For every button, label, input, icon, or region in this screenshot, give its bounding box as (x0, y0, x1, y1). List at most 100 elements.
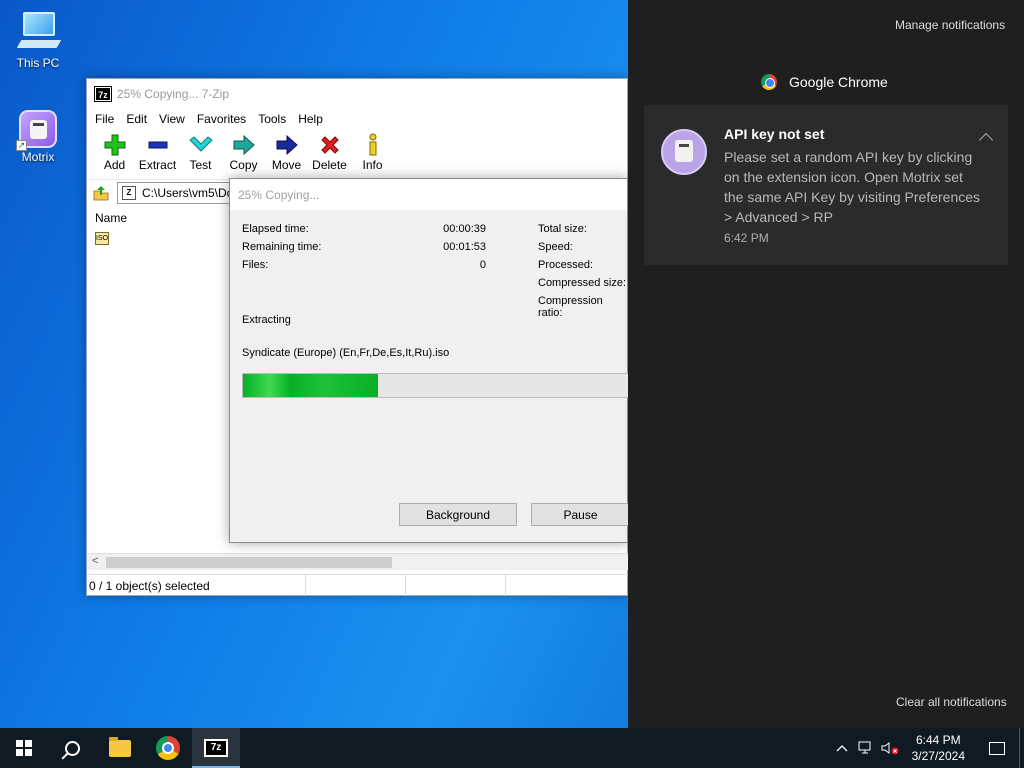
start-button[interactable] (0, 728, 48, 768)
notification-group-header: Google Chrome (761, 74, 888, 90)
column-header-name[interactable]: Name (95, 211, 127, 225)
copy-arrow-icon (233, 134, 255, 156)
file-explorer-button[interactable] (96, 728, 144, 768)
info-icon (369, 133, 376, 156)
progress-bar (242, 373, 629, 398)
manage-notifications-link[interactable]: Manage notifications (895, 18, 1005, 32)
move-button-label: Move (271, 158, 302, 172)
folder-icon (109, 736, 131, 757)
menu-file[interactable]: File (89, 112, 120, 126)
status-bar: 0 / 1 object(s) selected (87, 574, 628, 596)
menu-help[interactable]: Help (292, 112, 329, 126)
scroll-left-icon[interactable]: < (92, 555, 98, 567)
notification-app-name: Google Chrome (789, 74, 888, 90)
chrome-button[interactable] (144, 728, 192, 768)
remaining-label: Remaining time: (242, 241, 322, 253)
notification-icon (989, 741, 1005, 755)
check-icon (188, 136, 213, 152)
info-button-label: Info (362, 158, 383, 172)
folder-up-icon[interactable] (93, 185, 109, 201)
test-button[interactable]: Test (179, 133, 222, 172)
show-hidden-icons-chevron-icon[interactable] (830, 744, 854, 752)
clock-date: 3/27/2024 (911, 749, 965, 763)
chevron-up-icon (836, 745, 848, 752)
add-button-label: Add (103, 158, 126, 172)
collapse-chevron-icon[interactable] (978, 132, 994, 148)
remaining-value: 00:01:53 (443, 241, 486, 253)
system-tray: 6:44 PM 3/27/2024 (830, 728, 1024, 768)
delete-button-label: Delete (312, 158, 347, 172)
taskbar-clock[interactable]: 6:44 PM 3/27/2024 (902, 732, 975, 764)
scrollbar-thumb[interactable] (106, 557, 392, 568)
path-text: C:\Users\vm5\Dc (142, 185, 233, 200)
processed-label: Processed: (538, 259, 594, 271)
windows-logo-icon (16, 740, 32, 756)
horizontal-scrollbar[interactable]: < (87, 553, 628, 570)
current-file-label: Syndicate (Europe) (En,Fr,De,Es,It,Ru).i… (242, 347, 450, 359)
desktop-icon-label: This PC (16, 56, 60, 70)
notification-toast[interactable]: API key not set Please set a random API … (644, 105, 1008, 265)
computer-icon (15, 10, 62, 54)
progress-bar-fill (243, 374, 379, 397)
window-title: 25% Copying... 7-Zip (117, 87, 230, 101)
elapsed-value: 00:00:39 (443, 223, 486, 235)
motrix-icon (661, 129, 707, 175)
status-section (406, 575, 506, 596)
dialog-title[interactable]: 25% Copying... (230, 179, 627, 210)
desktop-icon-label: Motrix (21, 150, 55, 164)
minus-icon (148, 141, 167, 149)
7zip-app-icon: 7z (94, 86, 112, 102)
speed-label: Speed: (538, 241, 573, 253)
volume-muted-icon[interactable] (878, 741, 902, 755)
menu-favorites[interactable]: Favorites (191, 112, 252, 126)
background-button[interactable]: Background (399, 503, 517, 526)
7zip-app-icon: 7z (204, 739, 228, 757)
iso-file-icon[interactable]: ISO (95, 232, 109, 245)
total-size-label: Total size: (538, 223, 587, 235)
extract-button-label: Extract (138, 158, 177, 172)
delete-button[interactable]: Delete (308, 133, 351, 172)
archive-icon: Z (122, 185, 136, 200)
elapsed-label: Elapsed time: (242, 223, 309, 235)
notification-title: API key not set (724, 126, 825, 142)
toolbar: Add Extract Test Copy Move Delete Info (87, 129, 627, 179)
clear-all-notifications-link[interactable]: Clear all notifications (896, 695, 1007, 709)
copy-progress-dialog: 25% Copying... Elapsed time: 00:00:39 Re… (229, 178, 629, 543)
taskbar: 7z 6:44 PM 3/27/2024 (0, 728, 1024, 768)
menu-bar: File Edit View Favorites Tools Help (87, 109, 627, 129)
files-label: Files: (242, 259, 269, 271)
extract-button[interactable]: Extract (136, 133, 179, 172)
shortcut-arrow-icon: ↗ (16, 140, 27, 151)
pause-button[interactable]: Pause (531, 503, 629, 526)
copy-button-label: Copy (229, 158, 258, 172)
desktop-icon-motrix[interactable]: ↗ Motrix (6, 110, 70, 164)
clock-time: 6:44 PM (915, 733, 961, 747)
7zip-taskbar-button[interactable]: 7z (192, 728, 240, 768)
info-button[interactable]: Info (351, 133, 394, 172)
move-button[interactable]: Move (265, 133, 308, 172)
compression-ratio-label: Compression ratio: (538, 295, 603, 319)
add-button[interactable]: Add (93, 133, 136, 172)
move-arrow-icon (276, 134, 298, 156)
search-button[interactable] (48, 728, 96, 768)
menu-tools[interactable]: Tools (252, 112, 292, 126)
operation-label: Extracting (242, 314, 291, 326)
plus-icon (104, 134, 125, 156)
chrome-icon (156, 736, 180, 760)
menu-view[interactable]: View (153, 112, 191, 126)
notification-body: Please set a random API key by clicking … (724, 149, 981, 225)
action-center-button[interactable] (975, 728, 1019, 768)
compressed-size-label: Compressed size: (538, 277, 627, 289)
show-desktop-button[interactable] (1019, 728, 1024, 768)
notification-time: 6:42 PM (724, 231, 769, 245)
test-button-label: Test (189, 158, 212, 172)
window-titlebar[interactable]: 7z 25% Copying... 7-Zip (87, 79, 627, 109)
desktop-icon-this-pc[interactable]: This PC (6, 10, 70, 70)
x-icon (320, 136, 339, 154)
menu-edit[interactable]: Edit (120, 112, 153, 126)
copy-button[interactable]: Copy (222, 133, 265, 172)
search-icon (64, 740, 80, 756)
network-icon[interactable] (854, 741, 878, 755)
status-selected: 0 / 1 object(s) selected (87, 575, 306, 596)
files-value: 0 (479, 259, 486, 271)
